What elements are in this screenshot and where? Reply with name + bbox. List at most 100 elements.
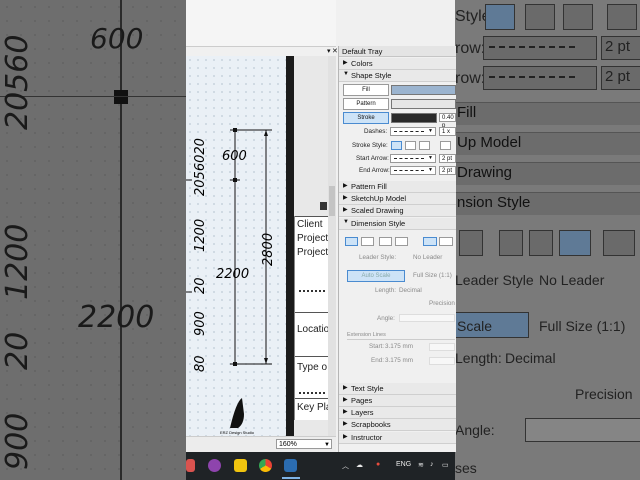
leader-style-value[interactable]: No Leader	[413, 254, 442, 261]
panel-sketchup-model[interactable]: ▶ SketchUp Model	[339, 193, 456, 205]
close-icon[interactable]: ✕	[332, 47, 338, 55]
chevron-down-icon: ▼	[428, 155, 433, 161]
vertical-scrollbar[interactable]	[328, 56, 336, 436]
panel-scaled-drawing[interactable]: ▶ Scaled Drawing	[339, 205, 456, 217]
pattern-button[interactable]: Pattern	[343, 98, 389, 110]
pin-icon[interactable]: ▾	[327, 47, 331, 55]
app-icon-yellow[interactable]	[234, 459, 247, 472]
start-arrow-label: Start Arrow:	[356, 155, 389, 162]
bg-panel-drawing: Drawing	[457, 164, 513, 181]
pattern-swatch[interactable]	[391, 99, 456, 109]
stroke-width-input[interactable]: 0.40 p	[439, 113, 456, 129]
tb-project-1: Project	[297, 233, 329, 244]
bg-dim-20: 20	[0, 331, 35, 370]
tb-type: Type o	[297, 362, 328, 373]
cloud-icon[interactable]: ☁	[356, 461, 363, 469]
camera-icon	[320, 202, 327, 210]
background-drawing-zoomed: 600 20560 1200 2200 20 900	[0, 0, 186, 480]
chevron-down-icon: ▼	[428, 128, 433, 134]
cap-round-icon[interactable]	[405, 141, 416, 150]
fill-button[interactable]: Fill	[343, 84, 389, 96]
dimension-drawing: 600 2056020 1200 2200 2800 20 900 80 ERZ…	[186, 128, 276, 435]
tray-header: Default Tray	[339, 46, 456, 57]
bg-dim-2200: 2200	[78, 300, 155, 335]
bg-precision-label: Precision	[575, 386, 633, 402]
dim-text-center-icon[interactable]	[361, 237, 374, 246]
dim-label-900: 900	[193, 311, 208, 336]
dim-text-above-icon[interactable]	[345, 237, 358, 246]
volume-icon[interactable]: ♪	[430, 461, 434, 468]
collapsed-triangle-icon: ▶	[343, 409, 348, 415]
dim-text-horizontal-icon[interactable]	[423, 237, 437, 246]
dim-label-80: 80	[193, 355, 208, 372]
tb-project-2: Project	[297, 247, 329, 258]
length-label: Length:	[375, 287, 397, 294]
tray-title: Default Tray	[342, 47, 383, 56]
collapsed-triangle-icon: ▶	[343, 183, 348, 189]
layout-app-icon[interactable]	[284, 459, 297, 472]
panel-dimension-style[interactable]: ▼ Dimension Style	[339, 218, 456, 230]
dash-scale-input[interactable]: 1 x	[439, 127, 456, 136]
start-arrow-select[interactable]: ▼	[390, 154, 436, 163]
join-style-icon[interactable]	[440, 141, 451, 150]
panel-shape-style[interactable]: ▼ Shape Style	[339, 70, 456, 82]
auto-scale-button[interactable]: Auto Scale	[347, 270, 405, 282]
drawing-canvas[interactable]: 600 2056020 1200 2200 2800 20 900 80 ERZ…	[186, 56, 287, 436]
main-toolbar	[186, 0, 336, 47]
dim-label-2800: 2800	[261, 233, 276, 266]
dim-text-perpendicular-icon[interactable]	[439, 237, 453, 246]
stroke-button[interactable]: Stroke	[343, 112, 389, 124]
fill-color-swatch[interactable]	[391, 85, 456, 95]
zoom-value: 160%	[279, 441, 297, 448]
dim-label-600: 600	[222, 149, 247, 164]
panel-layers[interactable]: ▶ Layers	[339, 407, 456, 419]
leader-style-label: Leader Style:	[359, 254, 397, 261]
chrome-icon[interactable]	[259, 459, 272, 472]
stroke-color-swatch[interactable]	[391, 113, 437, 123]
wifi-icon[interactable]: ≋	[418, 461, 424, 469]
panel-pattern-fill[interactable]: ▶ Pattern Fill	[339, 181, 456, 193]
ext-end-label: End:	[371, 357, 384, 364]
ext-end-field[interactable]	[429, 357, 455, 365]
bg-dim-1200: 1200	[0, 223, 35, 300]
bg-dim-600: 600	[90, 22, 144, 55]
ext-end-value[interactable]: 3.175 mm	[385, 357, 413, 364]
bg-length-value: Decimal	[505, 350, 556, 366]
bg-dim-900: 900	[0, 412, 35, 470]
dashes-select[interactable]: ▼	[390, 127, 436, 136]
bg-scale-value: Full Size (1:1)	[539, 318, 626, 334]
cap-square-icon[interactable]	[419, 141, 430, 150]
scale-value[interactable]: Full Size (1:1)	[413, 272, 452, 279]
start-arrow-size[interactable]: 2 pt	[439, 154, 456, 163]
end-arrow-label: End Arrow:	[359, 167, 390, 174]
app-icon-red[interactable]	[186, 459, 195, 472]
end-arrow-select[interactable]: ▼	[390, 166, 436, 175]
battery-icon[interactable]: ▭	[442, 461, 449, 469]
logo-text: ERZ Design Studio	[220, 430, 255, 435]
tb-client: Client	[297, 219, 323, 230]
dim-text-below-icon[interactable]	[379, 237, 392, 246]
collapsed-triangle-icon: ▶	[343, 434, 348, 440]
language-indicator[interactable]: ENG	[396, 461, 411, 468]
show-hidden-icon[interactable]: ︿	[342, 461, 349, 471]
bg-pt-2: 2 pt	[605, 68, 631, 85]
angle-field[interactable]	[399, 314, 455, 322]
ext-start-field[interactable]	[429, 343, 455, 351]
zoom-select[interactable]: 160% ▼	[276, 439, 332, 449]
panel-pages[interactable]: ▶ Pages	[339, 395, 456, 407]
ext-start-value[interactable]: 3.175 mm	[385, 343, 413, 350]
panel-instructor[interactable]: ▶ Instructor	[339, 432, 456, 444]
mic-icon[interactable]: ●	[376, 461, 380, 468]
end-arrow-size[interactable]: 2 pt	[439, 166, 456, 175]
dashes-label: Dashes:	[364, 128, 388, 135]
panel-text-style[interactable]: ▶ Text Style	[339, 383, 456, 395]
panel-colors[interactable]: ▶ Colors	[339, 58, 456, 70]
bg-panel-fill: Fill	[457, 104, 477, 121]
expanded-triangle-icon: ▼	[343, 71, 349, 77]
app-icon-purple[interactable]	[208, 459, 221, 472]
dim-text-aligned-icon[interactable]	[395, 237, 408, 246]
bg-pt-1: 2 pt	[605, 38, 631, 55]
length-value[interactable]: Decimal	[399, 287, 422, 294]
panel-scrapbooks[interactable]: ▶ Scrapbooks	[339, 419, 456, 431]
cap-butt-icon[interactable]	[391, 141, 402, 150]
